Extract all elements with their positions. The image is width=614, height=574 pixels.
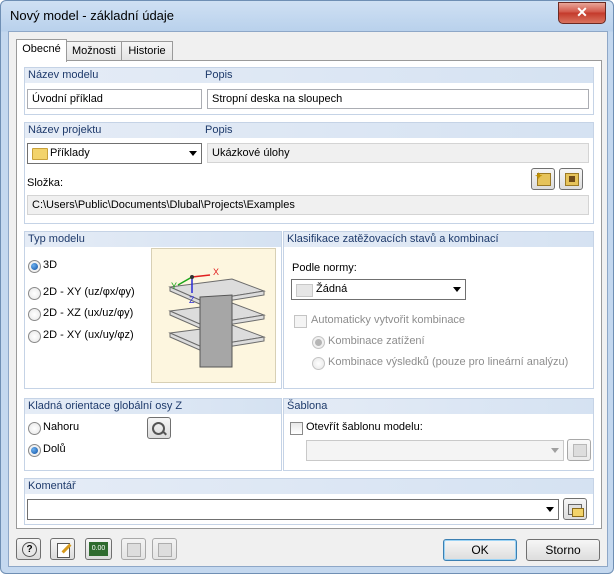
orientation-up-radio[interactable] bbox=[28, 422, 41, 435]
auto-combinations-checkbox[interactable] bbox=[294, 315, 307, 328]
axis-y-label: Y bbox=[171, 281, 178, 291]
help-button[interactable]: ? bbox=[16, 538, 41, 560]
import-button[interactable] bbox=[121, 538, 146, 560]
project-group: Název projektu Popis Příklady Ukázkové ú… bbox=[24, 122, 594, 224]
model-type-2d-xy-label: 2D - XY (uz/φx/φy) bbox=[43, 286, 135, 298]
chevron-down-icon bbox=[453, 287, 461, 292]
export-icon bbox=[158, 543, 172, 557]
units-button[interactable]: 0.00 bbox=[85, 538, 112, 560]
result-combination-radio[interactable] bbox=[312, 357, 325, 370]
orientation-header: Kladná orientace globální osy Z bbox=[25, 399, 281, 414]
project-select-value: Příklady bbox=[50, 147, 90, 159]
template-header: Šablona bbox=[284, 399, 593, 414]
comment-group: Komentář bbox=[24, 478, 594, 525]
axis-z-label: Z bbox=[189, 295, 195, 305]
title-bar[interactable]: Nový model - základní údaje ✕ bbox=[1, 1, 613, 31]
load-combination-radio[interactable] bbox=[312, 336, 325, 349]
comment-edit-button[interactable] bbox=[563, 498, 587, 520]
model-type-group: Typ modelu 3D 2D - XY (uz/φx/φy) 2D - XZ… bbox=[24, 231, 282, 389]
close-button[interactable]: ✕ bbox=[558, 2, 606, 24]
import-icon bbox=[127, 543, 141, 557]
window-title: Nový model - základní údaje bbox=[10, 8, 175, 23]
model-type-2d-xy-radio[interactable] bbox=[28, 287, 41, 300]
chevron-down-icon bbox=[546, 507, 554, 512]
dialog-client: Obecné Možnosti Historie Název modelu Po… bbox=[8, 31, 608, 567]
load-combination-label: Kombinace zatížení bbox=[328, 335, 425, 347]
folder-icon bbox=[32, 148, 48, 160]
chevron-down-icon bbox=[551, 448, 559, 453]
model-type-preview: X Y Z bbox=[151, 248, 276, 383]
cancel-button[interactable]: Storno bbox=[526, 539, 600, 561]
project-manager-button[interactable] bbox=[559, 168, 583, 190]
dialog-window: Nový model - základní údaje ✕ Obecné Mož… bbox=[0, 0, 614, 574]
edit-button[interactable] bbox=[50, 538, 75, 560]
model-type-3d-radio[interactable] bbox=[28, 260, 41, 273]
model-type-2d-xy-plane-radio[interactable] bbox=[28, 330, 41, 343]
model-type-header: Typ modelu bbox=[25, 232, 281, 247]
chevron-down-icon bbox=[189, 151, 197, 156]
model-type-3d-label: 3D bbox=[43, 259, 58, 271]
model-desc-header: Popis bbox=[205, 69, 233, 81]
folder-label: Složka: bbox=[27, 177, 64, 189]
template-select[interactable] bbox=[306, 440, 564, 461]
folder-path-field: C:\Users\Public\Documents\Dlubal\Project… bbox=[27, 195, 589, 215]
comment-select[interactable] bbox=[27, 499, 559, 520]
norm-select-value: Žádná bbox=[316, 283, 348, 295]
model-type-2d-xz-radio[interactable] bbox=[28, 308, 41, 321]
open-template-checkbox[interactable] bbox=[290, 422, 303, 435]
orientation-down-radio[interactable] bbox=[28, 444, 41, 457]
model-description-input[interactable]: Stropní deska na sloupech bbox=[207, 89, 589, 109]
classification-group: Klasifikace zatěžovacích stavů a kombina… bbox=[283, 231, 594, 389]
norm-select[interactable]: Žádná bbox=[291, 279, 466, 300]
manager-inner-icon bbox=[569, 176, 575, 182]
axis-x-label: X bbox=[213, 267, 220, 277]
tab-moznosti[interactable]: Možnosti bbox=[66, 41, 122, 61]
model-type-2d-xy-plane-label: 2D - XY (ux/uy/φz) bbox=[43, 329, 134, 341]
classification-header: Klasifikace zatěžovacích stavů a kombina… bbox=[284, 232, 593, 247]
decimal-icon: 0.00 bbox=[89, 542, 108, 556]
project-name-header: Název projektu Popis bbox=[25, 123, 593, 138]
norm-flag-icon bbox=[296, 284, 313, 297]
orientation-group: Kladná orientace globální osy Z Nahoru D… bbox=[24, 398, 282, 471]
tab-panel-obecne: Název modelu Popis Úvodní příklad Stropn… bbox=[16, 60, 602, 529]
template-folder-icon bbox=[573, 444, 587, 457]
model-type-2d-xz-label: 2D - XZ (ux/uz/φy) bbox=[43, 307, 134, 319]
model-name-header: Název modelu Popis bbox=[25, 68, 593, 83]
ok-button[interactable]: OK bbox=[443, 539, 517, 561]
norm-label: Podle normy: bbox=[292, 262, 357, 274]
project-description-field: Ukázkové úlohy bbox=[207, 143, 589, 163]
project-desc-header: Popis bbox=[205, 124, 233, 136]
result-combination-label: Kombinace výsledků (pouze pro lineární a… bbox=[328, 356, 569, 368]
orientation-info-button[interactable] bbox=[147, 417, 171, 439]
new-project-button[interactable]: ✦ bbox=[531, 168, 555, 190]
template-group: Šablona Otevřít šablonu modelu: bbox=[283, 398, 594, 471]
comment-folder-icon bbox=[572, 508, 584, 517]
star-icon: ✦ bbox=[535, 171, 543, 181]
orientation-down-label: Dolů bbox=[43, 443, 66, 455]
help-icon: ? bbox=[22, 542, 37, 557]
orientation-up-label: Nahoru bbox=[43, 421, 80, 433]
export-button[interactable] bbox=[152, 538, 177, 560]
tab-obecne[interactable]: Obecné bbox=[16, 39, 67, 62]
comment-header: Komentář bbox=[25, 479, 593, 494]
open-template-label: Otevřít šablonu modelu: bbox=[306, 421, 423, 433]
model-name-input[interactable]: Úvodní příklad bbox=[27, 89, 202, 109]
model-name-group: Název modelu Popis Úvodní příklad Stropn… bbox=[24, 67, 594, 115]
tab-historie[interactable]: Historie bbox=[121, 41, 173, 61]
project-select[interactable]: Příklady bbox=[27, 143, 202, 164]
template-browse-button[interactable] bbox=[567, 439, 591, 461]
auto-combinations-label: Automaticky vytvořit kombinace bbox=[311, 314, 466, 326]
magnifier-handle-icon bbox=[162, 430, 167, 436]
